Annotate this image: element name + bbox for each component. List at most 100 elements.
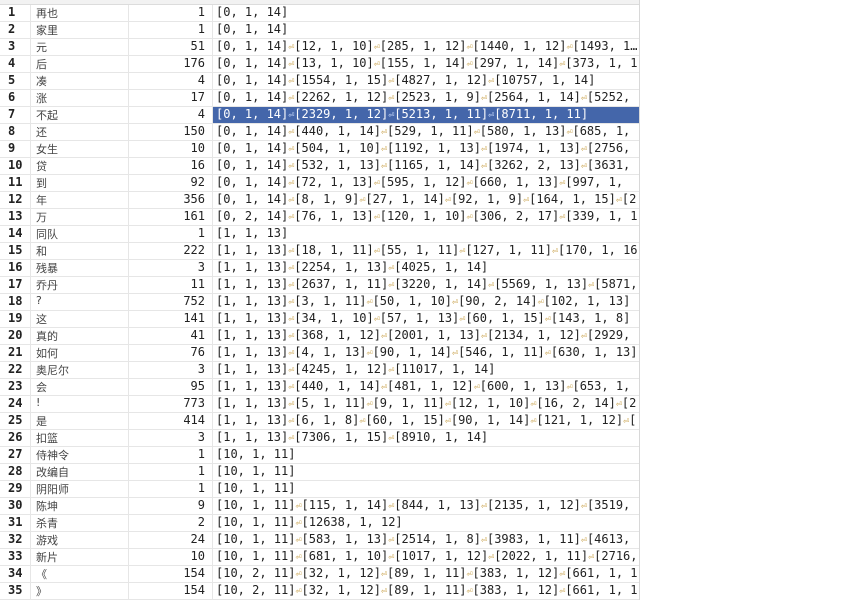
count-cell[interactable]: 1 [130, 447, 208, 463]
row-number[interactable]: 30 [0, 498, 30, 514]
row-number[interactable]: 34 [0, 566, 30, 582]
count-cell[interactable]: 41 [130, 328, 208, 344]
positions-cell[interactable]: [0, 1, 14]⏎[440, 1, 14]⏎[529, 1, 11]⏎[58… [212, 124, 639, 140]
word-cell[interactable]: 游戏 [30, 532, 129, 548]
row-number[interactable]: 28 [0, 464, 30, 480]
count-cell[interactable]: 24 [130, 532, 208, 548]
positions-cell[interactable]: [1, 1, 13]⏎[6, 1, 8]⏎[60, 1, 15]⏎[90, 1,… [212, 413, 639, 429]
table-row[interactable]: 21 如何 76 [1, 1, 13]⏎[4, 1, 13]⏎[90, 1, 14]⏎… [0, 345, 639, 362]
word-cell[interactable]: 到 [30, 175, 129, 191]
count-cell[interactable]: 141 [130, 311, 208, 327]
positions-cell[interactable]: [0, 1, 14]⏎[532, 1, 13]⏎[1165, 1, 14]⏎[3… [212, 158, 639, 174]
table-row[interactable]: 11 到 92 [0, 1, 14]⏎[72, 1, 13]⏎[595, 1, 12]… [0, 175, 639, 192]
count-cell[interactable]: 11 [130, 277, 208, 293]
positions-cell[interactable]: [0, 1, 14]⏎[504, 1, 10]⏎[1192, 1, 13]⏎[1… [212, 141, 639, 157]
positions-cell[interactable]: [0, 1, 14]⏎[1554, 1, 15]⏎[4827, 1, 12]⏎[… [212, 73, 639, 89]
positions-cell[interactable]: [0, 1, 14] [212, 5, 639, 21]
table-row[interactable]: 6 涨 17 [0, 1, 14]⏎[2262, 1, 12]⏎[2523, 1, 9… [0, 90, 639, 107]
word-cell[interactable]: 阴阳师 [30, 481, 129, 497]
row-number[interactable]: 29 [0, 481, 30, 497]
row-number[interactable]: 3 [0, 39, 30, 55]
table-row[interactable]: 14 同队 1 [1, 1, 13] [0, 226, 639, 243]
table-row[interactable]: 35 》 154 [10, 2, 11]⏎[32, 1, 12]⏎[89, 1, 11… [0, 583, 639, 600]
word-cell[interactable]: 年 [30, 192, 129, 208]
word-cell[interactable]: 残暴 [30, 260, 129, 276]
count-cell[interactable]: 752 [130, 294, 208, 310]
table-row[interactable]: 8 还 150 [0, 1, 14]⏎[440, 1, 14]⏎[529, 1, 11… [0, 124, 639, 141]
count-cell[interactable]: 4 [130, 107, 208, 123]
word-cell[interactable]: 改编自 [30, 464, 129, 480]
word-cell[interactable]: 杀青 [30, 515, 129, 531]
positions-cell[interactable]: [0, 1, 14]⏎[12, 1, 10]⏎[285, 1, 12]⏎[144… [212, 39, 639, 55]
row-number[interactable]: 9 [0, 141, 30, 157]
count-cell[interactable]: 176 [130, 56, 208, 72]
count-cell[interactable]: 2 [130, 515, 208, 531]
row-number[interactable]: 1 [0, 5, 30, 21]
table-row[interactable]: 25 是 414 [1, 1, 13]⏎[6, 1, 8]⏎[60, 1, 15]⏎[… [0, 413, 639, 430]
count-cell[interactable]: 17 [130, 90, 208, 106]
word-cell[interactable]: 侍神令 [30, 447, 129, 463]
table-row[interactable]: 18? 752 [1, 1, 13]⏎[3, 1, 11]⏎[50, 1, 10]⏎… [0, 294, 639, 311]
word-cell[interactable]: 涨 [30, 90, 129, 106]
word-cell[interactable]: 女生 [30, 141, 129, 157]
positions-cell[interactable]: [0, 1, 14]⏎[2262, 1, 12]⏎[2523, 1, 9]⏎[2… [212, 90, 639, 106]
count-cell[interactable]: 161 [130, 209, 208, 225]
positions-cell[interactable]: [0, 1, 14]⏎[72, 1, 13]⏎[595, 1, 12]⏎[660… [212, 175, 639, 191]
positions-cell[interactable]: [10, 1, 11]⏎[583, 1, 13]⏎[2514, 1, 8]⏎[3… [212, 532, 639, 548]
table-row[interactable]: 33 新片 10 [10, 1, 11]⏎[681, 1, 10]⏎[1017, 1,… [0, 549, 639, 566]
word-cell[interactable]: 再也 [30, 5, 129, 21]
row-number[interactable]: 11 [0, 175, 30, 191]
table-row[interactable]: 31 杀青 2 [10, 1, 11]⏎[12638, 1, 12] [0, 515, 639, 532]
table-row[interactable]: 7 不起 4 [0, 1, 14]⏎[2329, 1, 12]⏎[5213, 1, 1… [0, 107, 639, 124]
word-cell[interactable]: 这 [30, 311, 129, 327]
positions-cell[interactable]: [1, 1, 13]⏎[2254, 1, 13]⏎[4025, 1, 14] [212, 260, 639, 276]
positions-cell[interactable]: [1, 1, 13]⏎[5, 1, 11]⏎[9, 1, 11]⏎[12, 1,… [212, 396, 639, 412]
count-cell[interactable]: 1 [130, 226, 208, 242]
word-cell[interactable]: 还 [30, 124, 129, 140]
row-number[interactable]: 5 [0, 73, 30, 89]
positions-cell[interactable]: [1, 1, 13]⏎[3, 1, 11]⏎[50, 1, 10]⏎[90, 2… [212, 294, 639, 310]
word-cell[interactable]: ! [30, 396, 129, 412]
count-cell[interactable]: 1 [130, 22, 208, 38]
word-cell[interactable]: 》 [30, 583, 129, 599]
count-cell[interactable]: 4 [130, 73, 208, 89]
positions-cell[interactable]: [10, 1, 11] [212, 481, 639, 497]
positions-cell[interactable]: [10, 1, 11]⏎[115, 1, 14]⏎[844, 1, 13]⏎[2… [212, 498, 639, 514]
word-cell[interactable]: 如何 [30, 345, 129, 361]
row-number[interactable]: 26 [0, 430, 30, 446]
table-row[interactable]: 1 再也 1 [0, 1, 14] [0, 5, 639, 22]
word-cell[interactable]: 陈坤 [30, 498, 129, 514]
positions-cell[interactable]: [1, 1, 13]⏎[7306, 1, 15]⏎[8910, 1, 14] [212, 430, 639, 446]
row-number[interactable]: 12 [0, 192, 30, 208]
table-row[interactable]: 34 《 154 [10, 2, 11]⏎[32, 1, 12]⏎[89, 1, 11… [0, 566, 639, 583]
row-number[interactable]: 16 [0, 260, 30, 276]
word-cell[interactable]: 万 [30, 209, 129, 225]
positions-cell[interactable]: [1, 1, 13]⏎[368, 1, 12]⏎[2001, 1, 13]⏎[2… [212, 328, 639, 344]
table-row[interactable]: 20 真的 41 [1, 1, 13]⏎[368, 1, 12]⏎[2001, 1, … [0, 328, 639, 345]
row-number[interactable]: 15 [0, 243, 30, 259]
row-number[interactable]: 21 [0, 345, 30, 361]
word-cell[interactable]: 是 [30, 413, 129, 429]
count-cell[interactable]: 51 [130, 39, 208, 55]
table-row[interactable]: 12 年 356 [0, 1, 14]⏎[8, 1, 9]⏎[27, 1, 14]⏎[… [0, 192, 639, 209]
word-cell[interactable]: 新片 [30, 549, 129, 565]
row-number[interactable]: 19 [0, 311, 30, 327]
row-number[interactable]: 25 [0, 413, 30, 429]
count-cell[interactable]: 222 [130, 243, 208, 259]
row-number[interactable]: 4 [0, 56, 30, 72]
word-cell[interactable]: 凑 [30, 73, 129, 89]
positions-cell[interactable]: [0, 1, 14] [212, 22, 639, 38]
table-row[interactable]: 16 残暴 3 [1, 1, 13]⏎[2254, 1, 13]⏎[4025, 1, … [0, 260, 639, 277]
table-row[interactable]: 10 贷 16 [0, 1, 14]⏎[532, 1, 13]⏎[1165, 1, 1… [0, 158, 639, 175]
table-row[interactable]: 23 会 95 [1, 1, 13]⏎[440, 1, 14]⏎[481, 1, 12… [0, 379, 639, 396]
count-cell[interactable]: 356 [130, 192, 208, 208]
positions-cell[interactable]: [0, 1, 14]⏎[13, 1, 10]⏎[155, 1, 14]⏎[297… [212, 56, 639, 72]
count-cell[interactable]: 414 [130, 413, 208, 429]
positions-cell[interactable]: [10, 1, 11]⏎[681, 1, 10]⏎[1017, 1, 12]⏎[… [212, 549, 639, 565]
count-cell[interactable]: 773 [130, 396, 208, 412]
word-cell[interactable]: 后 [30, 56, 129, 72]
table-row[interactable]: 5 凑 4 [0, 1, 14]⏎[1554, 1, 15]⏎[4827, 1, 12… [0, 73, 639, 90]
table-row[interactable]: 13 万 161 [0, 2, 14]⏎[76, 1, 13]⏎[120, 1, 10… [0, 209, 639, 226]
table-row[interactable]: 15 和 222 [1, 1, 13]⏎[18, 1, 11]⏎[55, 1, 11]… [0, 243, 639, 260]
positions-cell[interactable]: [10, 2, 11]⏎[32, 1, 12]⏎[89, 1, 11]⏎[383… [212, 566, 639, 582]
